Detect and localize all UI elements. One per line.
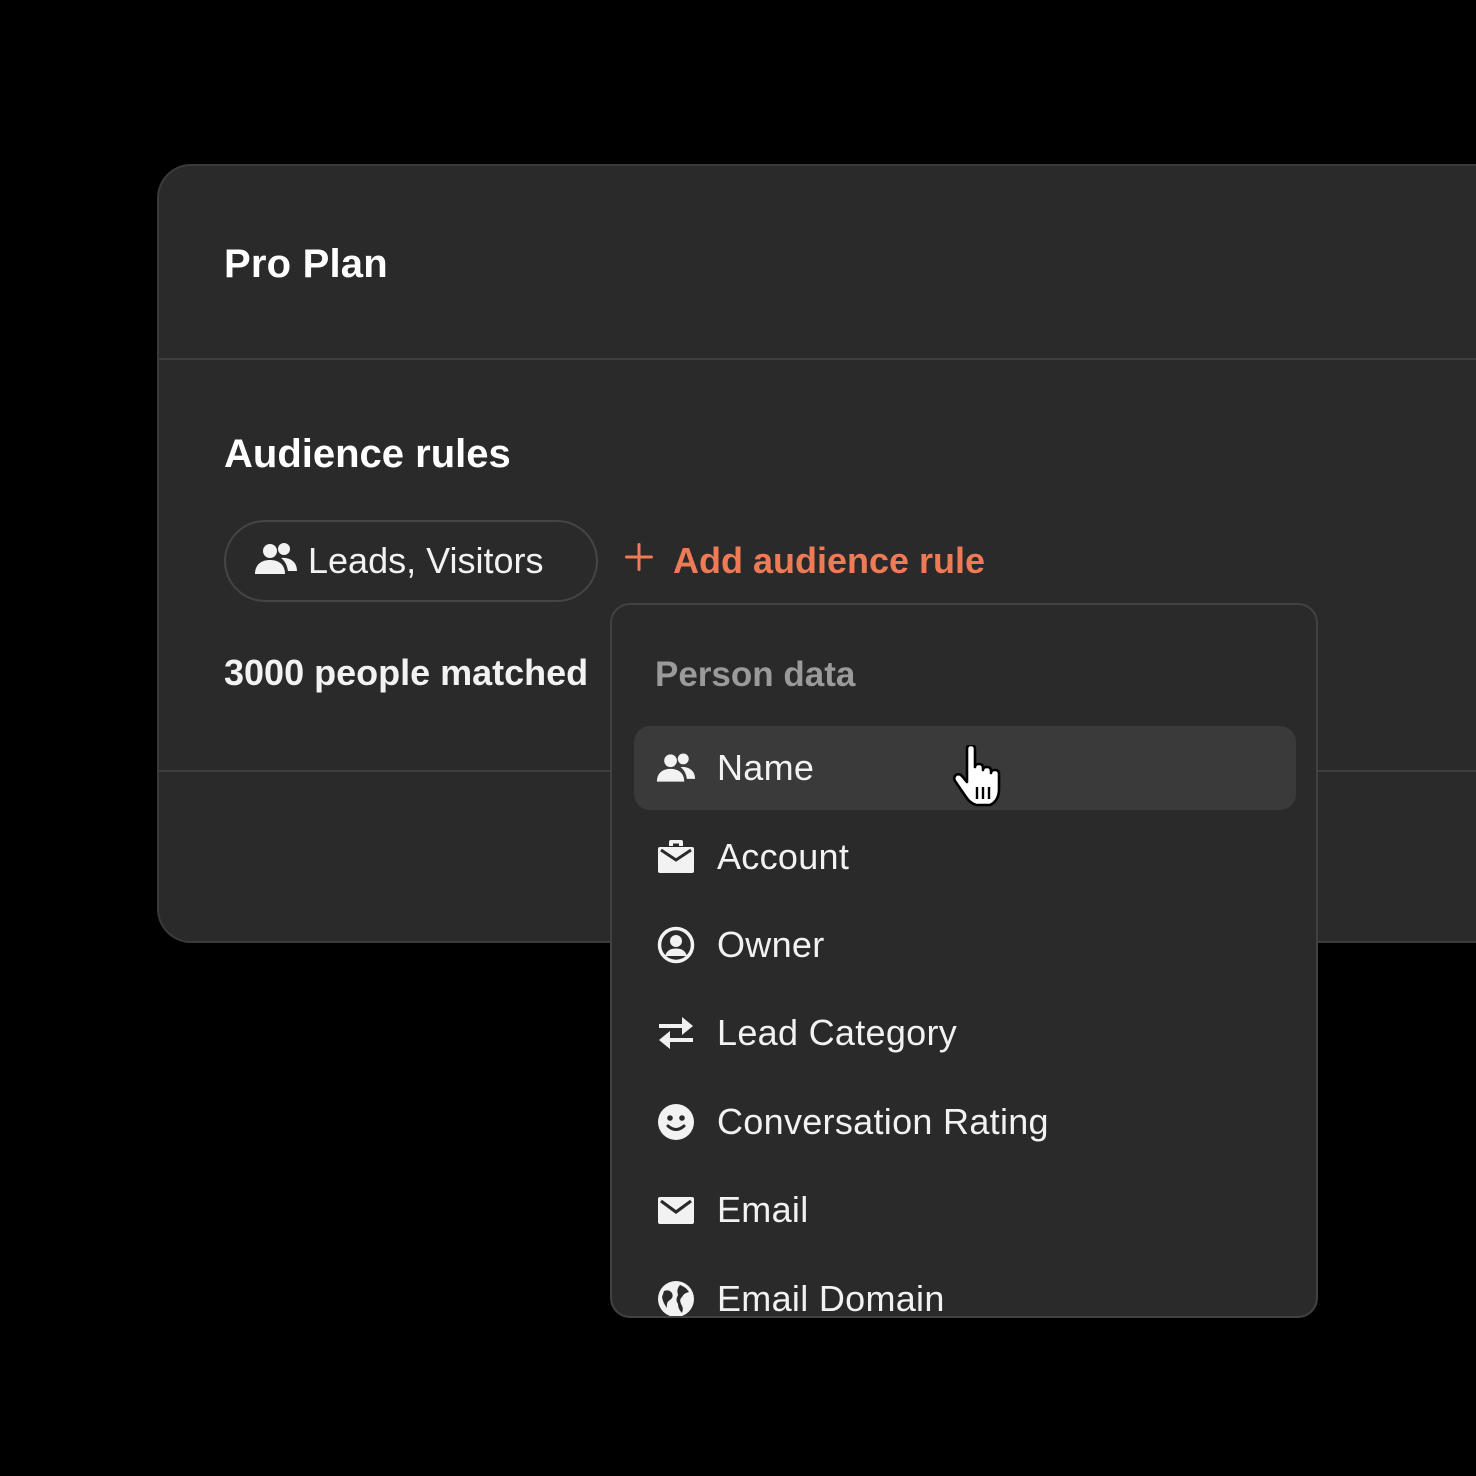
dropdown-item-conversation-rating[interactable]: Conversation Rating xyxy=(634,1080,1296,1164)
dropdown-item-label: Conversation Rating xyxy=(717,1101,1049,1142)
swap-arrows-icon xyxy=(656,1013,696,1053)
dropdown-item-account[interactable]: Account xyxy=(634,815,1296,899)
dropdown-item-label: Lead Category xyxy=(717,1012,958,1053)
dropdown-item-owner[interactable]: Owner xyxy=(634,903,1296,987)
dropdown-item-label: Email xyxy=(717,1189,809,1230)
section-title: Audience rules xyxy=(224,432,511,476)
dropdown-item-label: Name xyxy=(717,747,815,788)
add-audience-rule-button[interactable]: Add audience rule xyxy=(623,538,985,584)
dropdown-item-email[interactable]: Email xyxy=(634,1168,1296,1252)
add-audience-rule-label: Add audience rule xyxy=(673,540,986,581)
stage: Pro Plan Audience rules Leads, Visitors xyxy=(0,0,1476,1476)
matched-count: 3000 people matched xyxy=(224,652,589,693)
user-circle-icon xyxy=(656,925,696,965)
people-icon xyxy=(254,542,308,581)
dropdown-item-email-domain[interactable]: Email Domain xyxy=(634,1257,1296,1318)
dropdown-item-lead-category[interactable]: Lead Category xyxy=(634,991,1296,1075)
hand-cursor-icon xyxy=(950,743,1010,809)
smiley-icon xyxy=(656,1102,696,1142)
audience-chip-label: Leads, Visitors xyxy=(308,540,544,581)
divider xyxy=(159,358,1476,360)
envelope-icon xyxy=(656,1190,696,1230)
plus-icon xyxy=(623,540,673,582)
briefcase-icon xyxy=(656,837,696,877)
dropdown-item-label: Owner xyxy=(717,924,825,965)
audience-chip[interactable]: Leads, Visitors xyxy=(224,520,598,602)
dropdown-item-label: Account xyxy=(717,836,850,877)
people-icon xyxy=(656,748,696,788)
dropdown-item-label: Email Domain xyxy=(717,1278,945,1318)
dropdown-header: Person data xyxy=(655,655,856,694)
page-title: Pro Plan xyxy=(224,242,388,286)
globe-icon xyxy=(656,1279,696,1316)
audience-rule-dropdown: Person data Name Account Owner Lead Cate… xyxy=(610,603,1318,1318)
